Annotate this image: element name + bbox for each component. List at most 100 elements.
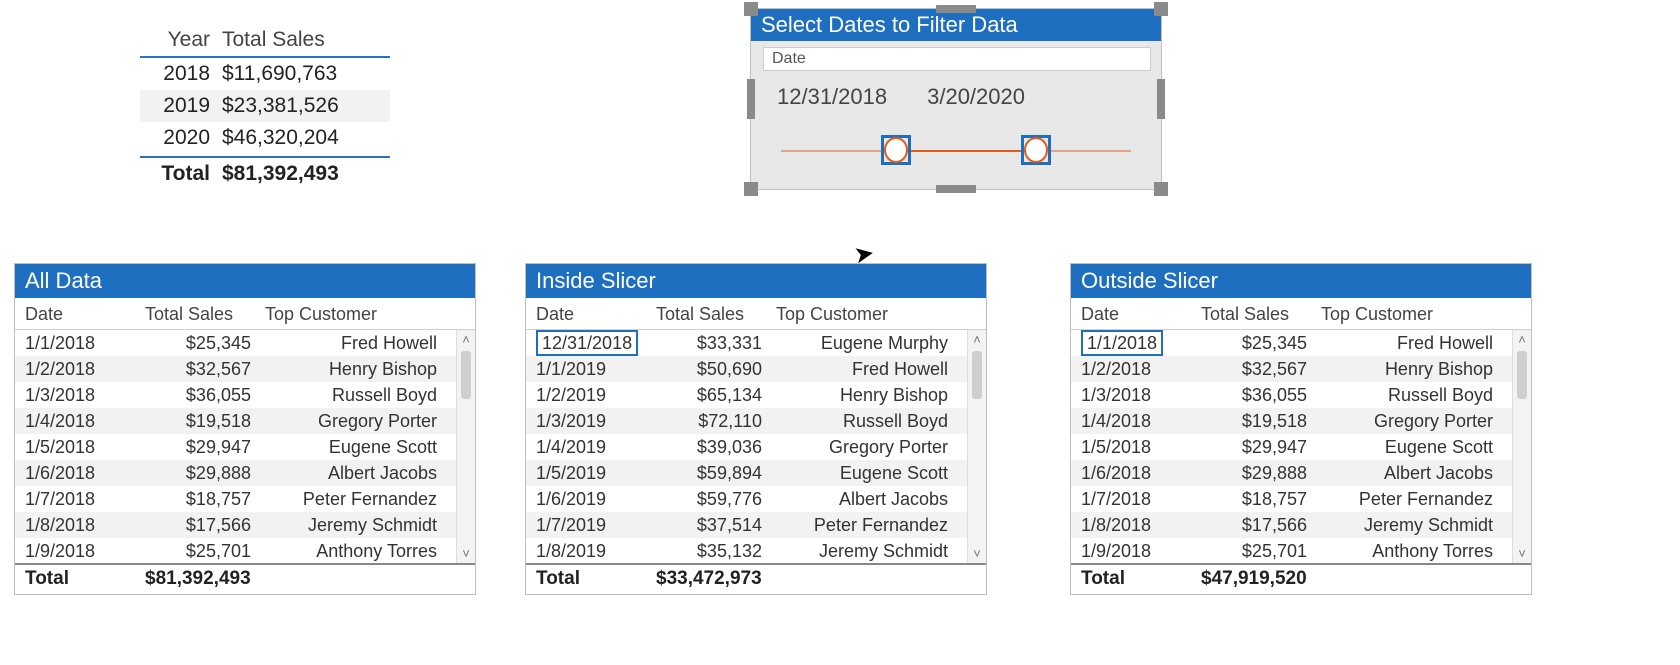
cell-customer: Eugene Murphy <box>776 330 956 356</box>
card-column-headers[interactable]: DateTotal SalesTop Customer <box>1071 298 1531 330</box>
column-header-customer[interactable]: Top Customer <box>1321 304 1501 325</box>
slicer-start-date[interactable]: 12/31/2018 <box>771 81 893 113</box>
table-row[interactable]: 1/2/2018$32,567Henry Bishop <box>15 356 457 382</box>
slicer-end-date[interactable]: 3/20/2020 <box>921 81 1031 113</box>
scroll-thumb[interactable] <box>972 351 982 399</box>
circle-icon <box>884 137 908 163</box>
card-all-data[interactable]: All DataDateTotal SalesTop Customer1/1/2… <box>14 263 476 595</box>
table-row[interactable]: 1/1/2018$25,345Fred Howell <box>1071 330 1513 356</box>
cell-date: 1/9/2018 <box>25 538 145 563</box>
table-row[interactable]: 1/1/2018$25,345Fred Howell <box>15 330 457 356</box>
table-row[interactable]: 1/7/2018$18,757Peter Fernandez <box>1071 486 1513 512</box>
resize-handle-n[interactable] <box>936 5 976 13</box>
slicer-slider[interactable] <box>781 135 1131 169</box>
table-row[interactable]: 1/1/2019$50,690Fred Howell <box>526 356 968 382</box>
summary-row: 2019 $23,381,526 <box>140 90 390 122</box>
resize-handle-s[interactable] <box>936 185 976 193</box>
resize-handle-ne[interactable] <box>1154 2 1168 16</box>
table-row[interactable]: 1/8/2018$17,566Jeremy Schmidt <box>15 512 457 538</box>
cell-customer: Albert Jacobs <box>776 486 956 512</box>
table-row[interactable]: 12/31/2018$33,331Eugene Murphy <box>526 330 968 356</box>
cell-date: 1/1/2018 <box>1081 330 1201 356</box>
table-row[interactable]: 1/7/2019$37,514Peter Fernandez <box>526 512 968 538</box>
cell-customer: Albert Jacobs <box>1321 460 1501 486</box>
cell-date: 1/3/2018 <box>25 382 145 408</box>
cell-sales: $29,947 <box>1201 434 1321 460</box>
date-slicer-visual[interactable]: Select Dates to Filter Data Date 12/31/2… <box>750 8 1162 190</box>
summary-row: 2018 $11,690,763 <box>140 58 390 90</box>
card-inside-slicer[interactable]: Inside SlicerDateTotal SalesTop Customer… <box>525 263 987 595</box>
table-row[interactable]: 1/3/2018$36,055Russell Boyd <box>1071 382 1513 408</box>
summary-total-label: Total <box>140 158 222 190</box>
table-row[interactable]: 1/4/2018$19,518Gregory Porter <box>1071 408 1513 434</box>
column-header-sales[interactable]: Total Sales <box>1201 304 1321 325</box>
card-total-row: Total$81,392,493 <box>15 563 475 594</box>
cell-customer: Russell Boyd <box>776 408 956 434</box>
card-column-headers[interactable]: DateTotal SalesTop Customer <box>15 298 475 330</box>
scrollbar[interactable]: ˄˅ <box>1512 330 1531 563</box>
card-column-headers[interactable]: DateTotal SalesTop Customer <box>526 298 986 330</box>
resize-handle-nw[interactable] <box>744 2 758 16</box>
slider-handle-end[interactable] <box>1021 135 1051 165</box>
resize-handle-w[interactable] <box>747 79 755 119</box>
chevron-down-icon[interactable]: ˅ <box>462 546 470 561</box>
table-row[interactable]: 1/6/2018$29,888Albert Jacobs <box>1071 460 1513 486</box>
chevron-up-icon[interactable]: ˄ <box>462 332 470 347</box>
scrollbar[interactable]: ˄˅ <box>456 330 475 563</box>
total-value: $47,919,520 <box>1201 568 1381 590</box>
table-row[interactable]: 1/3/2018$36,055Russell Boyd <box>15 382 457 408</box>
summary-table[interactable]: Year Total Sales 2018 $11,690,763 2019 $… <box>140 24 390 190</box>
column-header-date[interactable]: Date <box>536 304 656 325</box>
resize-handle-sw[interactable] <box>744 182 758 196</box>
cell-customer: Henry Bishop <box>1321 356 1501 382</box>
table-row[interactable]: 1/5/2018$29,947Eugene Scott <box>15 434 457 460</box>
table-row[interactable]: 1/5/2019$59,894Eugene Scott <box>526 460 968 486</box>
slicer-field-label[interactable]: Date <box>763 47 1151 71</box>
cell-sales: $17,566 <box>1201 512 1321 538</box>
table-row[interactable]: 1/7/2018$18,757Peter Fernandez <box>15 486 457 512</box>
scroll-thumb[interactable] <box>461 351 471 399</box>
table-row[interactable]: 1/6/2019$59,776Albert Jacobs <box>526 486 968 512</box>
resize-handle-se[interactable] <box>1154 182 1168 196</box>
total-value: $33,472,973 <box>656 568 836 590</box>
table-row[interactable]: 1/4/2018$19,518Gregory Porter <box>15 408 457 434</box>
column-header-date[interactable]: Date <box>25 304 145 325</box>
table-row[interactable]: 1/2/2019$65,134Henry Bishop <box>526 382 968 408</box>
table-row[interactable]: 1/2/2018$32,567Henry Bishop <box>1071 356 1513 382</box>
scroll-thumb[interactable] <box>1517 351 1527 399</box>
chevron-up-icon[interactable]: ˄ <box>1518 332 1526 347</box>
table-row[interactable]: 1/5/2018$29,947Eugene Scott <box>1071 434 1513 460</box>
highlighted-date: 12/31/2018 <box>536 330 638 356</box>
chevron-up-icon[interactable]: ˄ <box>973 332 981 347</box>
table-row[interactable]: 1/9/2018$25,701Anthony Torres <box>1071 538 1513 563</box>
cell-sales: $32,567 <box>145 356 265 382</box>
chevron-down-icon[interactable]: ˅ <box>1518 546 1526 561</box>
table-row[interactable]: 1/3/2019$72,110Russell Boyd <box>526 408 968 434</box>
table-row[interactable]: 1/9/2018$25,701Anthony Torres <box>15 538 457 563</box>
column-header-sales[interactable]: Total Sales <box>145 304 265 325</box>
column-header-sales[interactable]: Total Sales <box>656 304 776 325</box>
summary-sales: $46,320,204 <box>222 122 390 154</box>
table-row[interactable]: 1/6/2018$29,888Albert Jacobs <box>15 460 457 486</box>
resize-handle-e[interactable] <box>1157 79 1165 119</box>
column-header-customer[interactable]: Top Customer <box>776 304 956 325</box>
table-row[interactable]: 1/8/2019$35,132Jeremy Schmidt <box>526 538 968 563</box>
column-header-date[interactable]: Date <box>1081 304 1201 325</box>
cell-date: 1/4/2019 <box>536 434 656 460</box>
cell-date: 1/5/2018 <box>1081 434 1201 460</box>
slicer-date-inputs: 12/31/2018 3/20/2020 <box>771 81 1141 113</box>
chevron-down-icon[interactable]: ˅ <box>973 546 981 561</box>
cell-sales: $32,567 <box>1201 356 1321 382</box>
summary-header: Year Total Sales <box>140 24 390 58</box>
card-outside-slicer[interactable]: Outside SlicerDateTotal SalesTop Custome… <box>1070 263 1532 595</box>
slider-handle-start[interactable] <box>881 135 911 165</box>
table-row[interactable]: 1/8/2018$17,566Jeremy Schmidt <box>1071 512 1513 538</box>
cell-date: 1/7/2018 <box>1081 486 1201 512</box>
scrollbar[interactable]: ˄˅ <box>967 330 986 563</box>
summary-header-sales: Total Sales <box>222 24 390 56</box>
column-header-customer[interactable]: Top Customer <box>265 304 445 325</box>
cell-customer: Peter Fernandez <box>776 512 956 538</box>
summary-sales: $23,381,526 <box>222 90 390 122</box>
cell-date: 1/1/2019 <box>536 356 656 382</box>
table-row[interactable]: 1/4/2019$39,036Gregory Porter <box>526 434 968 460</box>
